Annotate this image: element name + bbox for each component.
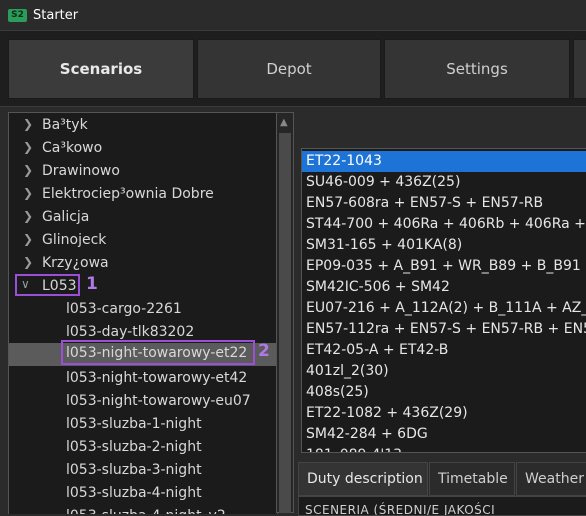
vehicle-list-item[interactable]: SU46-009 + 436Z(25) (302, 172, 586, 193)
vehicle-list-item[interactable]: 181_089-4'13 (302, 445, 586, 452)
tree-item-label: l053-sluzba-1-night (66, 416, 202, 432)
vehicle-list-item[interactable]: EN57-608ra + EN57-S + EN57-RB (302, 193, 586, 214)
highlight-box-2 (61, 340, 255, 365)
main-tab-bar: Scenarios Depot Settings (0, 30, 586, 107)
tree-child-item[interactable]: l053-sluzba-1-night (9, 414, 277, 436)
app-logo-icon: S2 (8, 8, 27, 22)
tree-child-item[interactable]: l053-sluzba-2-night (9, 437, 277, 459)
highlight-box-1 (15, 274, 80, 296)
callout-2: 2 (258, 341, 270, 361)
tree-item-label: l053-sluzba-2-night (66, 439, 202, 455)
vehicle-list-item[interactable]: ET42-05-A + ET42-B (302, 340, 586, 361)
vehicle-list-item[interactable]: SM31-165 + 401KA(8) (302, 235, 586, 256)
tree-item-drawinowo[interactable]: ❯ Drawinowo (9, 161, 277, 183)
tree-item-label: l053-night-towarowy-eu07 (66, 393, 251, 409)
tree-item-glinojeck[interactable]: ❯ Glinojeck (9, 230, 277, 252)
vehicle-list-item[interactable]: EP09-035 + A_B91 + WR_B89 + B_B91 (302, 256, 586, 277)
tab-depot[interactable]: Depot (197, 39, 381, 99)
tree-item-label: l053-day-tlk83202 (66, 324, 195, 340)
vehicle-list-item[interactable]: EU07-216 + A_112A(2) + B_111A + AZ_ (302, 298, 586, 319)
tree-child-item[interactable]: l053-night-towarowy-et42 (9, 368, 277, 390)
tab-weather[interactable]: Weather (516, 462, 586, 496)
chevron-right-icon[interactable]: ❯ (23, 255, 33, 269)
chevron-right-icon[interactable]: ❯ (23, 140, 33, 154)
callout-1: 1 (86, 274, 98, 294)
chevron-right-icon[interactable]: ❯ (23, 209, 33, 223)
tree-item-label: Drawinowo (42, 163, 120, 179)
tree-item-label: Ca³kowo (42, 140, 103, 156)
tree-item-label: l053-sluzba-3-night (66, 462, 202, 478)
tree-child-item[interactable]: l053-sluzba-3-night (9, 460, 277, 482)
scrollbar-thumb[interactable] (279, 133, 291, 513)
tab-overflow[interactable] (573, 39, 586, 99)
tree-item-label: l053-sluzba-4-night (66, 485, 202, 501)
duty-description-text: SCENERIA (ŚREDNI/E JAKOŚCI (305, 503, 496, 516)
tree-item-label: l053-sluzba-4-night_v2 (66, 508, 226, 514)
vehicle-list-item[interactable]: 401zl_2(30) (302, 361, 586, 382)
vehicle-list-item[interactable]: 408s(25) (302, 382, 586, 403)
chevron-right-icon[interactable]: ❯ (23, 186, 33, 200)
details-tab-bar: Duty description Timetable Weather (298, 462, 586, 496)
scenario-tree: ❯ Ba³tyk ❯ Ca³kowo ❯ Drawinowo ❯ Elektro… (8, 112, 278, 514)
tab-settings[interactable]: Settings (384, 39, 570, 99)
vehicle-list-item-selected[interactable]: ET22-1043 (302, 151, 586, 172)
tab-duty-description[interactable]: Duty description (298, 462, 428, 496)
chevron-right-icon[interactable]: ❯ (23, 117, 33, 131)
tree-child-item[interactable]: l053-sluzba-4-night (9, 483, 277, 505)
chevron-right-icon[interactable]: ❯ (23, 163, 33, 177)
tab-timetable[interactable]: Timetable (429, 462, 515, 496)
vehicle-list-item[interactable]: SM42IC-506 + SM42 (302, 277, 586, 298)
tree-item-label: Galicja (42, 209, 90, 225)
tree-child-item[interactable]: l053-night-towarowy-eu07 (9, 391, 277, 413)
tree-item-label: Glinojeck (42, 232, 107, 248)
scroll-up-arrow-icon[interactable]: ▲ (280, 117, 288, 128)
tree-item-label: Krzy¿owa (42, 255, 109, 271)
tree-item-label: Ba³tyk (42, 117, 88, 133)
tree-item-krzyzowa[interactable]: ❯ Krzy¿owa (9, 253, 277, 275)
chevron-right-icon[interactable]: ❯ (23, 232, 33, 246)
tree-item-galicja[interactable]: ❯ Galicja (9, 207, 277, 229)
tree-item-elektrocieplownia[interactable]: ❯ Elektrociep³ownia Dobre (9, 184, 277, 206)
tree-item-calkowo[interactable]: ❯ Ca³kowo (9, 138, 277, 160)
tree-item-label: l053-cargo-2261 (66, 301, 182, 317)
vehicle-list-item[interactable]: ET22-1082 + 436Z(29) (302, 403, 586, 424)
tree-child-item[interactable]: l053-cargo-2261 (9, 299, 277, 321)
title-bar: S2 Starter (0, 0, 586, 30)
tree-item-label: l053-night-towarowy-et42 (66, 370, 248, 386)
vehicle-list-item[interactable]: ST44-700 + 406Ra + 406Rb + 406Ra + (302, 214, 586, 235)
tree-item-baltyk[interactable]: ❯ Ba³tyk (9, 115, 277, 137)
duty-description-panel: SCENERIA (ŚREDNI/E JAKOŚCI (298, 496, 586, 516)
tree-scrollbar[interactable]: ▲ (276, 112, 294, 513)
window-title: Starter (33, 7, 79, 23)
vehicle-list: ET22-1043 SU46-009 + 436Z(25) EN57-608ra… (301, 148, 586, 453)
vehicle-list-item[interactable]: SM42-284 + 6DG (302, 424, 586, 445)
vehicle-list-item[interactable]: EN57-112ra + EN57-S + EN57-RB + EN5 (302, 319, 586, 340)
tree-item-label: Elektrociep³ownia Dobre (42, 186, 214, 202)
tab-scenarios[interactable]: Scenarios (8, 39, 194, 99)
